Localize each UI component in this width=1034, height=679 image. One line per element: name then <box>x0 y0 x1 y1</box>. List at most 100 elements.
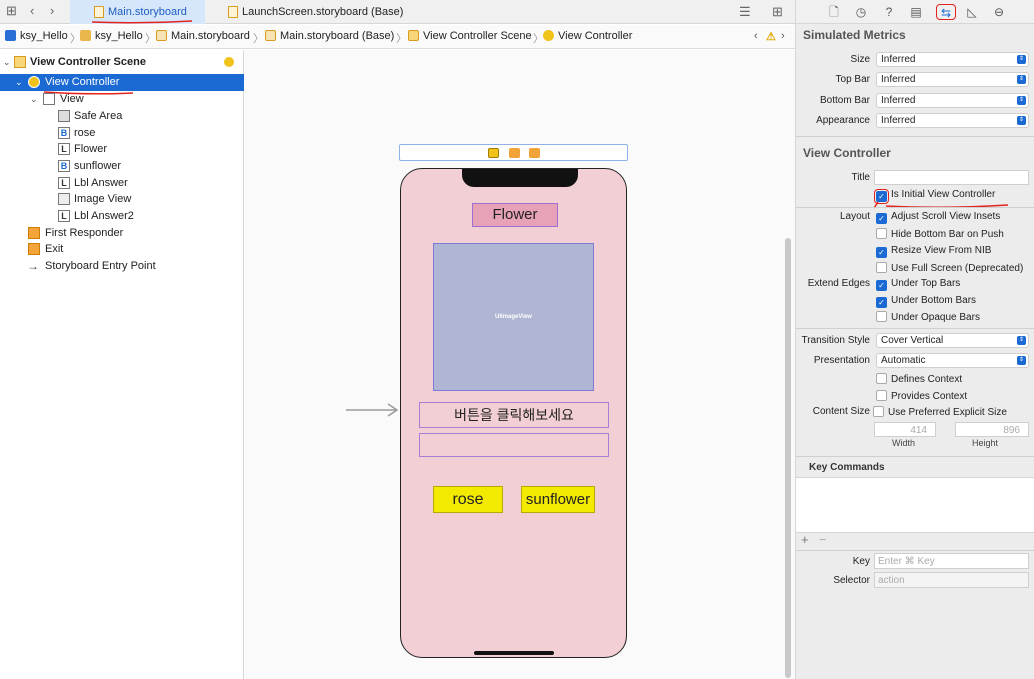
add-icon[interactable]: + <box>801 532 809 547</box>
divider <box>796 550 1034 551</box>
answer2-label[interactable] <box>419 433 609 457</box>
use-full-screen-checkbox[interactable]: Use Full Screen (Deprecated) <box>876 262 1023 274</box>
layout-label: Layout <box>839 211 870 222</box>
storyboard-canvas[interactable]: Flower UIImageView 버튼을 클릭해보세요 rose sunfl… <box>245 50 795 679</box>
outline-item-image-view[interactable]: Image View <box>0 191 244 208</box>
provides-context-checkbox[interactable]: Provides Context <box>876 390 967 402</box>
button-icon: B <box>58 160 70 172</box>
grid-icon[interactable]: ⊞ <box>6 3 17 19</box>
view-controller-heading: View Controller <box>803 146 891 160</box>
outline-item-entry-point[interactable]: → Storyboard Entry Point <box>0 258 244 275</box>
use-preferred-size-checkbox[interactable]: Use Preferred Explicit Size <box>873 406 1007 418</box>
presentation-popup[interactable]: Automatic ⇕ <box>876 353 1029 368</box>
size-inspector-icon[interactable]: ◺ <box>964 4 980 20</box>
simulated-metrics-heading: Simulated Metrics <box>803 28 906 42</box>
bottom-bar-label: Bottom Bar <box>819 95 870 106</box>
breadcrumb-item-folder[interactable]: ksy_Hello <box>80 30 143 42</box>
outline-item-view[interactable]: ⌄ View <box>0 91 244 108</box>
bottom-bar-popup[interactable]: Inferred ⇕ <box>876 93 1029 108</box>
outline-scene-label: View Controller Scene <box>30 56 146 68</box>
breadcrumb-item-main-storyboard[interactable]: Main.storyboard <box>156 30 250 42</box>
image-view[interactable]: UIImageView <box>433 243 594 391</box>
breadcrumb-item-project[interactable]: ksy_Hello <box>5 30 68 42</box>
view-controller-icon[interactable] <box>488 148 499 158</box>
outline-item-label: View <box>60 93 84 105</box>
outline-scene-row[interactable]: ⌄ View Controller Scene <box>0 54 244 71</box>
title-field[interactable] <box>874 170 1029 185</box>
first-responder-icon <box>28 227 40 239</box>
scene-icon <box>408 30 419 41</box>
outline-item-safe-area[interactable]: Safe Area <box>0 108 244 125</box>
help-icon[interactable]: ? <box>881 4 897 20</box>
transition-style-popup[interactable]: Cover Vertical ⇕ <box>876 333 1029 348</box>
label-icon: L <box>58 210 70 222</box>
add-editor-icon[interactable]: ⊞ <box>772 4 783 20</box>
top-bar-popup[interactable]: Inferred ⇕ <box>876 72 1029 87</box>
presentation-label: Presentation <box>813 355 870 366</box>
outline-item-label: rose <box>74 127 96 139</box>
answer-label[interactable]: 버튼을 클릭해보세요 <box>419 402 609 428</box>
resize-view-from-nib-checkbox[interactable]: ✓ Resize View From NIB <box>876 245 991 258</box>
under-opaque-bars-checkbox[interactable]: Under Opaque Bars <box>876 311 980 323</box>
breadcrumb-item-scene[interactable]: View Controller Scene <box>408 30 532 42</box>
home-indicator <box>474 651 554 655</box>
lines-icon[interactable]: ☰ <box>739 4 751 20</box>
key-field[interactable]: Enter ⌘ Key <box>874 553 1029 569</box>
attributes-inspector-icon[interactable]: ⇆ <box>936 4 956 20</box>
canvas-scrollbar[interactable] <box>785 238 791 678</box>
outline-item-lbl-answer[interactable]: L Lbl Answer <box>0 175 244 192</box>
forward-arrow-icon[interactable]: › <box>50 3 54 18</box>
warning-icon[interactable]: ⚠ <box>766 30 776 43</box>
outline-item-view-controller[interactable]: ⌄ View Controller <box>0 74 244 91</box>
key-commands-list[interactable] <box>796 477 1034 533</box>
popup-arrows-icon: ⇕ <box>1017 75 1026 84</box>
size-label: Size <box>850 54 870 65</box>
height-field[interactable]: 896 <box>955 422 1029 437</box>
appearance-popup[interactable]: Inferred ⇕ <box>876 113 1029 128</box>
outline-item-sunflower[interactable]: B sunflower <box>0 158 244 175</box>
identity-inspector-icon[interactable]: ▤ <box>908 4 924 20</box>
first-responder-icon[interactable] <box>509 148 520 158</box>
height-caption: Height <box>972 438 999 448</box>
tab-launchscreen-storyboard[interactable]: LaunchScreen.storyboard (Base) <box>222 0 422 24</box>
outline-item-flower[interactable]: L Flower <box>0 141 244 158</box>
under-top-bars-checkbox[interactable]: ✓ Under Top Bars <box>876 278 960 291</box>
scene-dock[interactable] <box>399 144 628 161</box>
appearance-label: Appearance <box>816 115 870 126</box>
flower-label[interactable]: Flower <box>472 203 558 227</box>
chevron-left-icon[interactable]: ‹ <box>754 30 758 42</box>
under-bottom-bars-checkbox[interactable]: ✓ Under Bottom Bars <box>876 295 976 308</box>
inspector-tab-bar: 🗋 ◷ ? ▤ ⇆ ◺ ⊖ <box>795 0 1034 24</box>
hide-bottom-bar-checkbox[interactable]: Hide Bottom Bar on Push <box>876 228 1004 240</box>
back-arrow-icon[interactable]: ‹ <box>30 3 34 18</box>
popup-arrows-icon: ⇕ <box>1017 356 1026 365</box>
outline-item-first-responder[interactable]: First Responder <box>0 225 244 242</box>
disclosure-down-icon[interactable]: ⌄ <box>30 91 38 108</box>
chevron-right-icon: 〉 <box>396 33 407 45</box>
divider <box>796 136 1034 137</box>
defines-context-checkbox[interactable]: Defines Context <box>876 373 962 385</box>
chevron-right-icon[interactable]: › <box>781 30 785 42</box>
exit-icon[interactable] <box>529 148 540 158</box>
connections-inspector-icon[interactable]: ⊖ <box>991 4 1007 20</box>
title-label: Title <box>851 172 870 183</box>
breadcrumb-item-view-controller[interactable]: View Controller <box>543 30 632 42</box>
file-inspector-icon[interactable]: 🗋 <box>826 4 842 20</box>
outline-item-rose[interactable]: B rose <box>0 125 244 142</box>
tab-label: LaunchScreen.storyboard (Base) <box>242 6 404 18</box>
remove-icon[interactable]: − <box>819 532 827 547</box>
outline-item-exit[interactable]: Exit <box>0 241 244 258</box>
disclosure-down-icon[interactable]: ⌄ <box>3 54 11 71</box>
size-popup[interactable]: Inferred ⇕ <box>876 52 1029 67</box>
disclosure-down-icon[interactable]: ⌄ <box>15 74 23 91</box>
adjust-scroll-view-insets-checkbox[interactable]: ✓ Adjust Scroll View Insets <box>876 211 1000 224</box>
selector-field[interactable]: action <box>874 572 1029 588</box>
rose-button[interactable]: rose <box>433 486 503 513</box>
iphone-view[interactable]: Flower UIImageView 버튼을 클릭해보세요 rose sunfl… <box>400 168 627 658</box>
history-icon[interactable]: ◷ <box>853 4 869 20</box>
breadcrumb-item-main-storyboard-base[interactable]: Main.storyboard (Base) <box>265 30 394 42</box>
width-field[interactable]: 414 <box>874 422 936 437</box>
entry-point-arrow[interactable] <box>346 403 398 417</box>
sunflower-button[interactable]: sunflower <box>521 486 595 513</box>
outline-item-lbl-answer2[interactable]: L Lbl Answer2 <box>0 208 244 225</box>
